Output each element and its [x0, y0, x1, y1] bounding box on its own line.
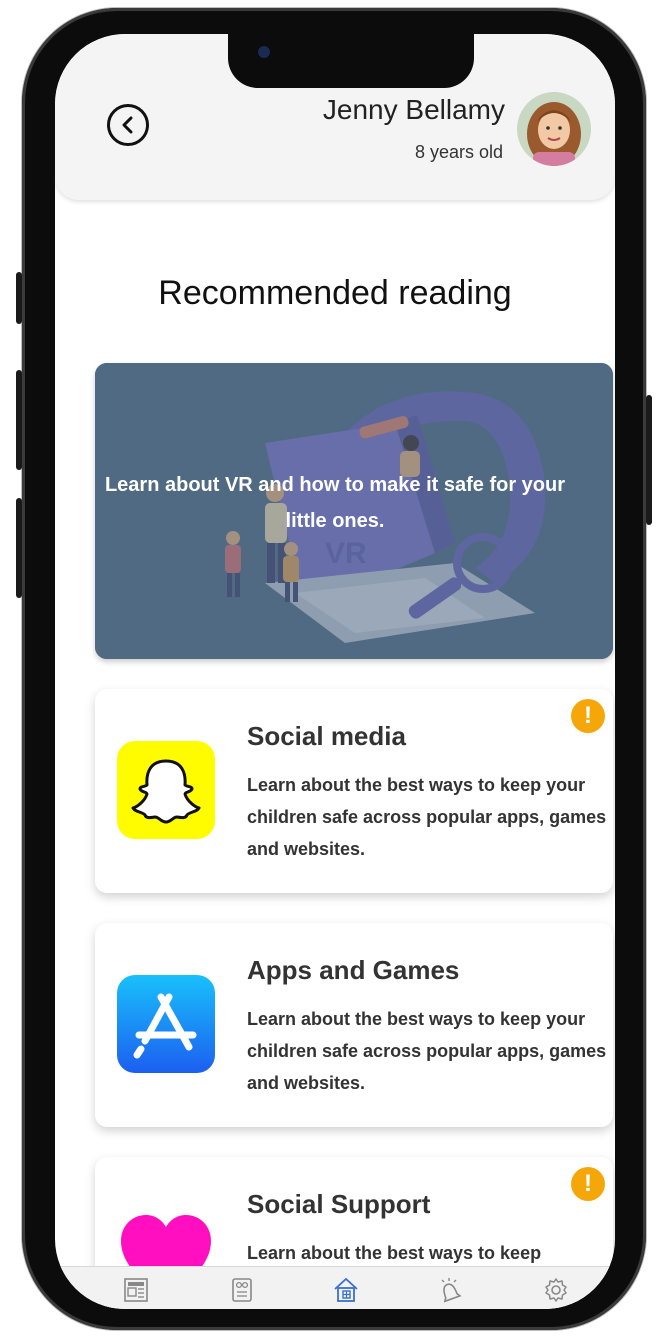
card-social-media[interactable]: Social media Learn about the best ways t… — [95, 689, 613, 893]
snapchat-icon — [117, 741, 215, 839]
home-icon — [334, 1277, 358, 1302]
card-description: Learn about the best ways to keep your c… — [247, 775, 607, 859]
volume-up-button — [16, 370, 22, 470]
camera-icon — [258, 46, 270, 58]
app-store-icon — [117, 975, 215, 1073]
back-button[interactable] — [107, 104, 149, 146]
volume-down-button — [16, 498, 22, 598]
nav-news[interactable] — [119, 1275, 153, 1305]
card-title: Social media — [247, 721, 406, 751]
page-title: Recommended reading — [158, 274, 512, 312]
vr-banner[interactable]: VR Learn about VR and how to make it saf… — [95, 363, 613, 659]
banner-text: Learn about VR and how to make it safe f… — [104, 474, 566, 532]
card-description: Learn about the best ways to keep — [247, 1243, 542, 1263]
settings-icon — [545, 1278, 567, 1302]
card-title: Social Support — [247, 1189, 431, 1219]
alert-icon: ! — [571, 1167, 605, 1201]
bell-icon — [441, 1278, 462, 1303]
news-icon — [124, 1278, 148, 1302]
app-screen: Jenny Bellamy 8 years old Recommended re… — [55, 34, 615, 1309]
nav-notifications[interactable] — [433, 1275, 467, 1305]
user-age: 8 years old — [414, 142, 503, 162]
chevron-left-icon — [122, 116, 133, 134]
nav-home[interactable] — [329, 1275, 363, 1305]
card-title: Apps and Games — [247, 955, 460, 985]
mute-switch — [16, 272, 22, 324]
card-apps-and-games[interactable]: Apps and Games Learn about the best ways… — [95, 923, 613, 1127]
nav-book[interactable] — [225, 1275, 259, 1305]
nav-settings[interactable] — [539, 1275, 573, 1305]
power-button — [646, 395, 652, 525]
alert-icon: ! — [571, 699, 605, 733]
bottom-nav — [55, 1266, 615, 1309]
user-name: Jenny Bellamy — [322, 94, 505, 125]
avatar[interactable] — [517, 92, 591, 166]
card-description: Learn about the best ways to keep your c… — [247, 1009, 607, 1093]
phone-notch — [228, 34, 474, 88]
book-icon — [232, 1278, 252, 1302]
